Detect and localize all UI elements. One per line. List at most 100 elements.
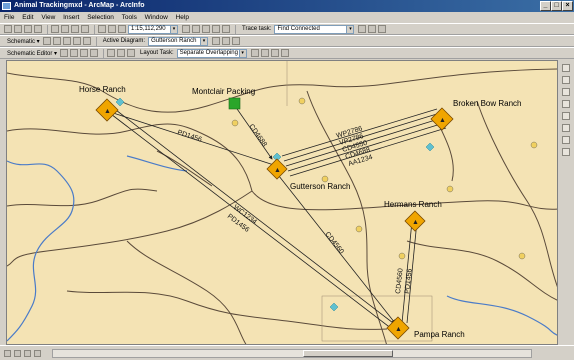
- close-button[interactable]: ×: [562, 1, 573, 11]
- edge-label-hermans-pampa-2: PD1456: [404, 268, 414, 294]
- node-label-hermans: Hermans Ranch: [384, 200, 442, 209]
- schematic-links: [106, 105, 447, 330]
- zoom-out-icon[interactable]: [82, 37, 91, 45]
- ranch-node-hermans[interactable]: ▲ Hermans Ranch: [384, 200, 442, 232]
- schematic-editor-menu[interactable]: Schematic Editor ▾: [7, 50, 57, 57]
- add-data-icon[interactable]: [118, 25, 126, 33]
- horizontal-scrollbar[interactable]: [52, 349, 532, 358]
- cut-icon[interactable]: [51, 25, 59, 33]
- trace-task-combo[interactable]: Find Connected ▾: [274, 24, 355, 34]
- undo-icon[interactable]: [98, 25, 106, 33]
- help-icon[interactable]: [222, 25, 230, 33]
- find-icon[interactable]: [562, 148, 570, 156]
- scale-combo[interactable]: 1:15,112,290 ▾: [128, 24, 178, 34]
- propagate-icon[interactable]: [212, 37, 221, 45]
- status-bar: [0, 345, 574, 360]
- map-canvas[interactable]: Montclair Packing PD1456 CD4688 WP2786 V…: [7, 61, 558, 345]
- identify-icon[interactable]: [562, 112, 570, 120]
- svg-text:▲: ▲: [395, 326, 402, 333]
- reduce-icon[interactable]: [90, 49, 99, 57]
- edit-tool-icon[interactable]: [60, 49, 69, 57]
- fit-icon[interactable]: [280, 49, 289, 57]
- edge-label-gutterson-pampa: CD4560: [323, 231, 344, 256]
- edge-label-hermans-pampa-1: CD4560: [395, 268, 405, 294]
- layout-task-combo[interactable]: Separate Overlapping ▾: [176, 48, 247, 58]
- pan-tool-icon[interactable]: [562, 88, 570, 96]
- print-icon[interactable]: [34, 25, 42, 33]
- window-title: Animal Trackingmxd - ArcMap - ArcInfo: [14, 2, 145, 9]
- map-view[interactable]: Montclair Packing PD1456 CD4688 WP2786 V…: [6, 60, 558, 345]
- flag-icon[interactable]: [368, 25, 377, 33]
- select-tool-icon[interactable]: [70, 49, 79, 57]
- barrier-icon[interactable]: [378, 25, 387, 33]
- select-features-icon[interactable]: [562, 124, 570, 132]
- ranch-node-pampa[interactable]: ▲ Pampa Ranch: [386, 316, 465, 340]
- paste-icon[interactable]: [71, 25, 79, 33]
- menu-window[interactable]: Window: [145, 14, 168, 21]
- menu-view[interactable]: View: [41, 14, 55, 21]
- open-icon[interactable]: [14, 25, 22, 33]
- layout-task-label: Layout Task:: [140, 50, 174, 56]
- menu-bar: File Edit View Insert Selection Tools Wi…: [0, 12, 574, 23]
- svg-text:▲: ▲: [439, 117, 446, 124]
- solve-icon[interactable]: [358, 25, 367, 33]
- refresh-icon[interactable]: [24, 350, 31, 357]
- node-label-pampa: Pampa Ranch: [414, 330, 465, 339]
- vertex-icon[interactable]: [117, 49, 126, 57]
- node-label-broken-bow: Broken Bow Ranch: [453, 99, 521, 108]
- catalog-icon[interactable]: [202, 25, 210, 33]
- redo-icon[interactable]: [108, 25, 116, 33]
- ranch-node-gutterson[interactable]: ▲ Gutterson Ranch: [266, 158, 350, 191]
- active-diagram-combo[interactable]: Gutterson Ranch ▾: [148, 36, 209, 46]
- delete-icon[interactable]: [81, 25, 89, 33]
- zoom-in-icon[interactable]: [72, 37, 81, 45]
- save-icon[interactable]: [24, 25, 32, 33]
- generate-icon[interactable]: [42, 37, 51, 45]
- arcmap-window: Animal Trackingmxd - ArcMap - ArcInfo _ …: [0, 0, 574, 360]
- zoom-in-tool-icon[interactable]: [562, 64, 570, 72]
- maximize-button[interactable]: □: [551, 1, 562, 11]
- minimize-button[interactable]: _: [540, 1, 551, 11]
- properties-icon[interactable]: [232, 37, 241, 45]
- layout-properties-icon[interactable]: [260, 49, 269, 57]
- rotate-icon[interactable]: [270, 49, 279, 57]
- layout-view-icon[interactable]: [14, 350, 21, 357]
- svg-text:▲: ▲: [104, 108, 111, 115]
- menu-edit[interactable]: Edit: [22, 14, 33, 21]
- menu-insert[interactable]: Insert: [63, 14, 79, 21]
- schematic-toolbar: Schematic ▾ Active Diagram: Gutterson Ra…: [0, 35, 574, 47]
- update-icon[interactable]: [52, 37, 61, 45]
- editor-icon[interactable]: [182, 25, 190, 33]
- menu-selection[interactable]: Selection: [87, 14, 114, 21]
- align-icon[interactable]: [127, 49, 136, 57]
- standard-toolbar: 1:15,112,290 ▾ Trace task: Find Connected…: [0, 23, 574, 35]
- copy-icon[interactable]: [61, 25, 69, 33]
- pause-drawing-icon[interactable]: [34, 350, 41, 357]
- montclair-packing-icon[interactable]: [228, 97, 241, 110]
- select-related-icon[interactable]: [222, 37, 231, 45]
- menu-help[interactable]: Help: [176, 14, 189, 21]
- ranch-node-broken-bow[interactable]: ▲ Broken Bow Ranch: [430, 99, 521, 131]
- menu-file[interactable]: File: [4, 14, 14, 21]
- schematic-menu[interactable]: Schematic ▾: [7, 38, 40, 45]
- scrollbar-thumb[interactable]: [303, 350, 393, 357]
- node-label-horse: Horse Ranch: [79, 85, 126, 94]
- toolbox-icon[interactable]: [212, 25, 220, 33]
- open-diagram-icon[interactable]: [62, 37, 71, 45]
- new-icon[interactable]: [4, 25, 12, 33]
- full-extent-icon[interactable]: [562, 100, 570, 108]
- svg-text:▲: ▲: [412, 219, 419, 226]
- edge-label-montclair-gutterson: CD4688: [247, 123, 268, 148]
- rivers: [7, 155, 557, 342]
- zoom-out-tool-icon[interactable]: [562, 76, 570, 84]
- schematic-editor-toolbar: Schematic Editor ▾ Layout Task: Separate…: [0, 47, 574, 59]
- app-icon: [2, 2, 11, 10]
- toc-icon[interactable]: [192, 25, 200, 33]
- reshape-icon[interactable]: [107, 49, 116, 57]
- move-tool-icon[interactable]: [80, 49, 89, 57]
- data-view-icon[interactable]: [4, 350, 11, 357]
- apply-layout-icon[interactable]: [250, 49, 259, 57]
- measure-icon[interactable]: [562, 136, 570, 144]
- menu-tools[interactable]: Tools: [122, 14, 137, 21]
- right-toolbar: [558, 60, 574, 345]
